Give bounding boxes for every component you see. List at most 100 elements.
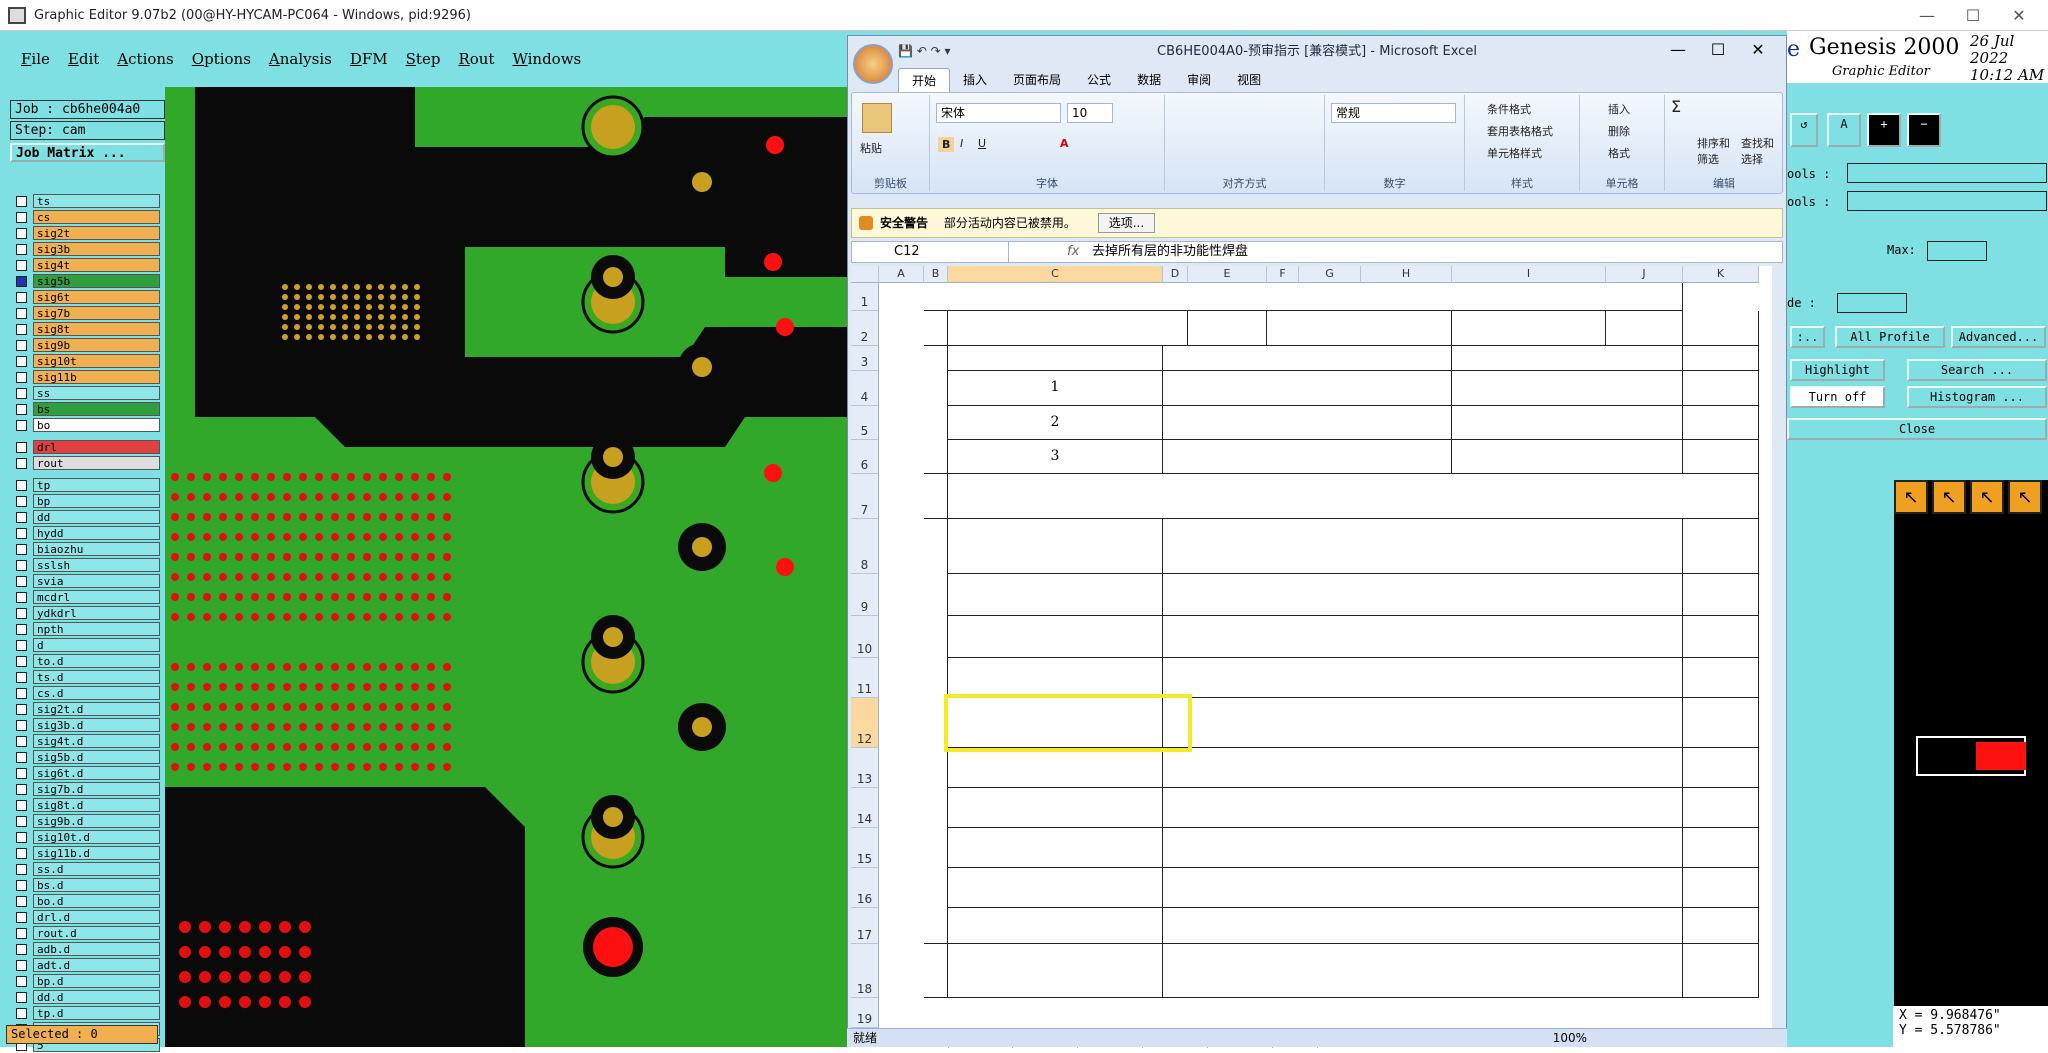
layer-row[interactable]: bs [12, 401, 160, 417]
layer-row[interactable]: rout.d [12, 925, 160, 941]
layer-checkbox[interactable] [16, 847, 27, 859]
search-button[interactable]: Search ... [1907, 359, 2047, 381]
attachment-cell[interactable] [1683, 788, 1759, 828]
layer-checkbox[interactable] [16, 623, 27, 635]
layer-row[interactable]: bp.d [12, 973, 160, 989]
row-header[interactable]: 4 [851, 371, 879, 406]
layer-checkbox[interactable] [16, 307, 27, 319]
layer-checkbox[interactable] [16, 387, 27, 399]
layer-row[interactable]: sig3b [12, 241, 160, 257]
layer-row[interactable]: sig4t [12, 257, 160, 273]
layer-name[interactable]: ts [33, 194, 160, 208]
layer-checkbox[interactable] [16, 831, 27, 843]
layer-checkbox[interactable] [16, 991, 27, 1003]
layer-name[interactable]: tp.d [33, 1006, 160, 1020]
close-icon[interactable]: ✕ [1996, 0, 2042, 31]
select-icon[interactable]: ↖ [1932, 480, 1966, 514]
excel-minimize-icon[interactable]: — [1658, 40, 1698, 59]
layer-name[interactable]: mcdrl [33, 590, 160, 604]
ribbon-tab[interactable]: 插入 [950, 68, 1000, 92]
column-header[interactable]: D [1163, 266, 1188, 283]
text-tool-icon[interactable]: A [1827, 113, 1861, 147]
layer-row[interactable]: sig10t.d [12, 829, 160, 845]
layer-row[interactable]: ss [12, 385, 160, 401]
maximize-icon[interactable]: ☐ [1950, 0, 1996, 31]
layer-checkbox[interactable] [16, 671, 27, 683]
layer-row[interactable]: sig5b.d [12, 749, 160, 765]
cam-instruction[interactable] [1163, 574, 1683, 616]
layer-checkbox[interactable] [16, 687, 27, 699]
tools-field[interactable] [1847, 163, 2047, 183]
layer-row[interactable]: svia [12, 573, 160, 589]
menu-dfm[interactable]: DFM [341, 45, 397, 75]
layer-name[interactable]: sig3b [33, 242, 160, 256]
process-cell[interactable] [948, 474, 1759, 519]
ribbon-tab[interactable]: 页面布局 [1000, 68, 1074, 92]
layer-checkbox[interactable] [16, 735, 27, 747]
cell[interactable] [1683, 346, 1759, 371]
attachment-cell[interactable] [1683, 868, 1759, 908]
layer-name[interactable]: sig8t.d [33, 798, 160, 812]
layer-checkbox[interactable] [16, 495, 27, 507]
paste-button[interactable]: 粘贴 [860, 140, 882, 156]
issue-cell[interactable] [1163, 440, 1452, 474]
seq-cell[interactable] [948, 944, 1163, 998]
layer-checkbox[interactable] [16, 751, 27, 763]
date-label[interactable] [1188, 311, 1267, 346]
layer-name[interactable]: sig7b [33, 306, 160, 320]
row-header[interactable]: 10 [851, 616, 879, 658]
security-options-button[interactable]: 选项... [1097, 213, 1156, 233]
row-header[interactable]: 12 [851, 698, 879, 748]
layer-row[interactable]: ydkdrl [12, 605, 160, 621]
column-header[interactable]: A [879, 266, 924, 283]
layer-row[interactable]: ss.d [12, 861, 160, 877]
layer-checkbox[interactable] [16, 639, 27, 651]
layer-row[interactable]: biaozhu [12, 541, 160, 557]
table-format-button[interactable]: 套用表格格式 [1487, 123, 1553, 139]
layer-row[interactable]: mcdrl [12, 589, 160, 605]
layer-row[interactable]: sig5b [12, 273, 160, 289]
cam-instruction[interactable] [1163, 519, 1683, 574]
profile-button[interactable]: All Profile [1835, 326, 1945, 348]
layer-checkbox[interactable] [16, 211, 27, 223]
layer-row[interactable]: bo [12, 417, 160, 433]
attachment-cell[interactable] [1683, 748, 1759, 788]
row-header[interactable]: 6 [851, 440, 879, 474]
issue-cell[interactable] [1163, 371, 1452, 406]
layer-checkbox[interactable] [16, 783, 27, 795]
sheet-title[interactable] [924, 283, 1683, 311]
layer-checkbox[interactable] [16, 575, 27, 587]
select-all-corner[interactable] [851, 266, 879, 283]
sum-icon[interactable]: Σ [1671, 97, 1681, 116]
dropdown-button[interactable]: :.. [1790, 326, 1825, 348]
layer-row[interactable]: sig4t.d [12, 733, 160, 749]
layer-name[interactable]: adb.d [33, 942, 160, 956]
reviewer-label[interactable] [1452, 311, 1606, 346]
cam-seq[interactable] [948, 908, 1163, 944]
column-header[interactable]: H [1361, 266, 1452, 283]
cam-seq[interactable] [948, 868, 1163, 908]
attachment-cell[interactable] [1683, 616, 1759, 658]
layer-name[interactable]: biaozhu [33, 542, 160, 556]
excel-maximize-icon[interactable]: ☐ [1698, 40, 1738, 59]
layer-row[interactable]: sig10t [12, 353, 160, 369]
layer-name[interactable]: ss [33, 386, 160, 400]
job-matrix-button[interactable]: Job Matrix ... [10, 143, 165, 162]
column-header[interactable]: K [1683, 266, 1759, 283]
layer-row[interactable]: adt.d [12, 957, 160, 973]
layer-checkbox[interactable] [16, 655, 27, 667]
layer-row[interactable]: rout [12, 455, 160, 471]
layer-checkbox[interactable] [16, 911, 27, 923]
add-icon[interactable]: + [1867, 113, 1901, 147]
remove-icon[interactable]: − [1907, 113, 1941, 147]
row-header[interactable]: 13 [851, 748, 879, 788]
layer-checkbox[interactable] [16, 195, 27, 207]
undo-icon[interactable]: ↺ [1790, 113, 1818, 147]
menu-edit[interactable]: Edit [59, 45, 108, 75]
layer-row[interactable]: sig2t [12, 225, 160, 241]
cam-instruction[interactable] [1163, 868, 1683, 908]
layer-checkbox[interactable] [16, 1007, 27, 1019]
layer-name[interactable]: sig8t [33, 322, 160, 336]
layer-row[interactable]: bo.d [12, 893, 160, 909]
layer-name[interactable]: tp [33, 478, 160, 492]
